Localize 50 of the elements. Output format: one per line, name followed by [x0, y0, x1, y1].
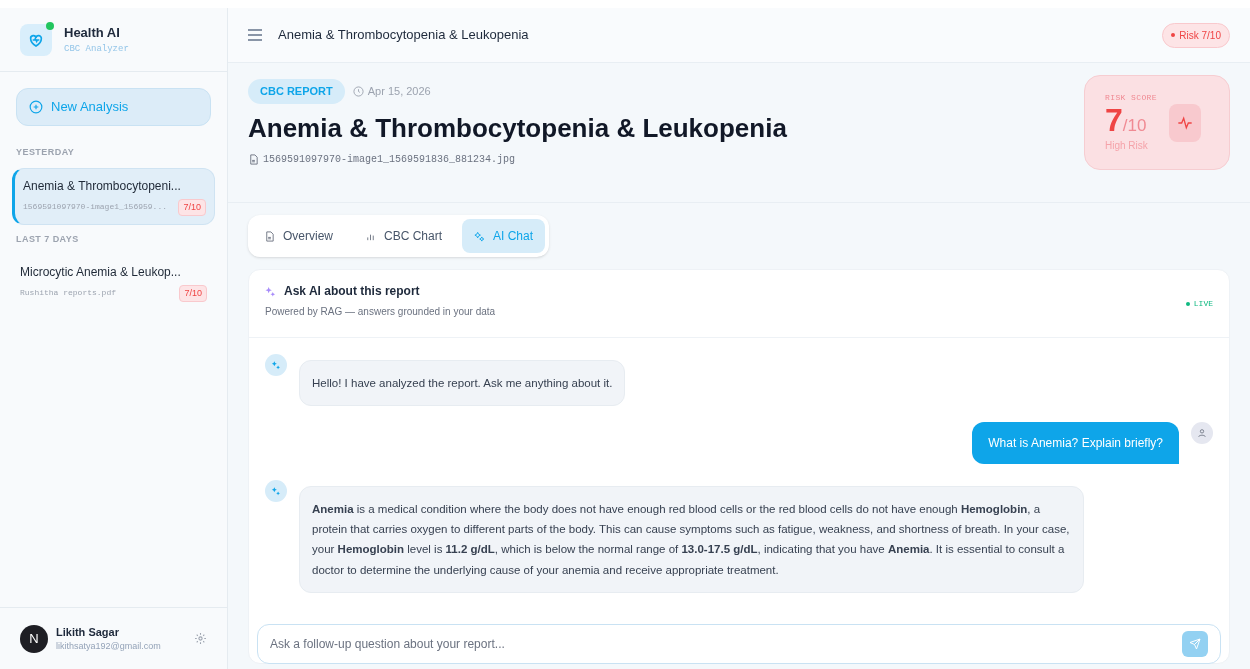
user-message: What is Anemia? Explain briefly?	[972, 422, 1179, 465]
risk-badge: 7/10	[179, 284, 207, 302]
sparkle-icon	[474, 230, 486, 242]
report-title: Anemia & Thrombocytopenia & Leukopenia	[248, 111, 788, 144]
plus-circle-icon	[29, 100, 43, 114]
logo-icon	[20, 23, 52, 56]
assistant-avatar	[265, 480, 287, 503]
user-email: likithsatya192@gmail.com	[56, 640, 162, 653]
history-item[interactable]: Anemia & Thrombocytopeni... 1569591097970-image1_156959... 7/10	[12, 167, 215, 225]
clock-icon	[352, 85, 364, 97]
pulse-icon	[1169, 103, 1201, 142]
report-tag: CBC REPORT	[248, 79, 345, 104]
assistant-message: Anemia is a medical condition where the body does not have enough red blood cells or the red blood cells do not have enough Hemoglobin, a protein that carries oxygen to different parts of the body. This can cause symptoms such as fatigue, weakness, and shortness of breath. In your case, your Hemoglobin level is 11.2 g/dL, which is below the normal range of 13.0-17.5 g/dL, indicating that you have Anemia. It is essential to consult a doctor to determine the underlying cause of your anemia and receive appropriate treatment.	[299, 486, 1084, 593]
settings-icon[interactable]	[194, 632, 207, 645]
chat-title: Ask AI about this report	[284, 283, 420, 300]
live-status: LIVE	[1185, 298, 1213, 310]
app-subtitle: CBC Analyzer	[64, 42, 129, 56]
page-title: Anemia & Thrombocytopenia & Leukopenia	[278, 26, 530, 45]
history-title: Anemia & Thrombocytopeni...	[23, 177, 182, 195]
risk-score-max: /10	[1122, 115, 1147, 137]
menu-icon[interactable]	[248, 29, 262, 41]
message-input[interactable]: Ask a follow-up question about your report...	[270, 635, 1182, 653]
report-date: Apr 15, 2026	[367, 84, 431, 99]
document-icon	[264, 230, 275, 242]
assistant-message: Hello! I have analyzed the report. Ask me anything about it.	[299, 360, 626, 407]
message-input-field[interactable]: Ask a follow-up question about your report...	[257, 624, 1221, 664]
risk-badge: Risk 7/10	[1162, 22, 1230, 48]
sparkle-icon	[265, 285, 276, 297]
assistant-avatar	[265, 354, 287, 376]
history-filename: 1569591097970-image1_156959...	[23, 201, 168, 214]
send-button[interactable]	[1182, 631, 1208, 657]
app-name: Health AI	[64, 24, 121, 42]
risk-score-value: 7	[1105, 103, 1123, 136]
send-icon	[1189, 638, 1201, 650]
history-item[interactable]: Microcytic Anemia & Leukop... Rushitha reports.pdf 7/10	[12, 254, 215, 310]
history-filename: Rushitha reports.pdf	[20, 287, 116, 300]
tab[interactable]: Overview	[252, 219, 345, 253]
file-icon	[248, 154, 259, 165]
risk-badge: 7/10	[178, 198, 206, 216]
section-heading: YESTERDAY	[15, 146, 76, 159]
section-heading: LAST 7 DAYS	[15, 233, 80, 246]
tab[interactable]: CBC Chart	[353, 219, 455, 253]
report-filename: 1569591097970-image1_1569591836_881234.jpg	[263, 153, 516, 167]
user-avatar: N	[20, 624, 48, 653]
history-title: Microcytic Anemia & Leukop...	[20, 263, 182, 281]
user-avatar-icon	[1191, 422, 1213, 445]
risk-level: High Risk	[1105, 139, 1149, 154]
chat-subtitle: Powered by RAG — answers grounded in your data	[265, 305, 497, 319]
user-name: Likith Sagar	[56, 624, 120, 640]
risk-score-label: RISK SCORE	[1105, 91, 1157, 104]
